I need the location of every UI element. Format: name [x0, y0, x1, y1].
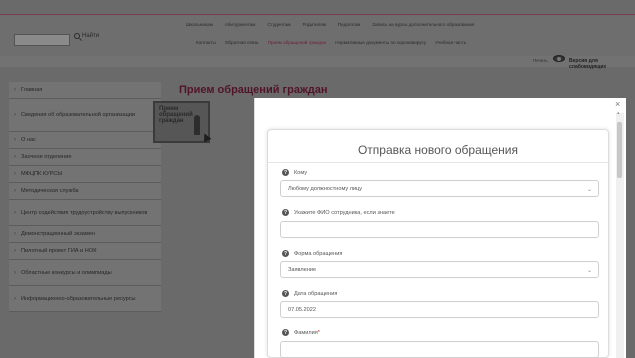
topnav-item[interactable]: Школьникам [186, 22, 213, 27]
question-icon[interactable]: ? [282, 209, 289, 216]
accessible-version-link[interactable]: Версия для слабовидящих [569, 58, 635, 70]
topnav-item[interactable]: Педагогам [338, 22, 360, 27]
topnav-item[interactable]: Запись на курсы дополнительного образова… [372, 22, 474, 27]
banner-text: Прием обращений граждан [159, 106, 193, 124]
scrollbar-thumb[interactable] [617, 122, 622, 178]
chevron-down-icon: ⌄ [586, 187, 592, 193]
field-label-form-type: ? Форма обращения [282, 250, 343, 257]
sidebar-item-about[interactable]: О нас [9, 132, 161, 149]
appeal-form [267, 129, 609, 358]
employee-name-field[interactable] [280, 221, 599, 238]
print-link[interactable]: Печать [533, 58, 548, 63]
form-title: Отправка нового обращения [357, 143, 519, 157]
sidebar-item-demo-exam[interactable]: Демонстрационный экзамен [9, 226, 161, 243]
subnav-item[interactable]: Учебная часть [435, 40, 466, 45]
sidebar: Главная Сведения об образовательной орга… [9, 82, 161, 312]
close-icon[interactable]: × [615, 99, 620, 109]
sidebar-item-resources[interactable]: Информационно-образовательные ресурсы [9, 286, 161, 312]
scroll-up-icon[interactable]: ▴ [617, 110, 620, 116]
subnav-item[interactable]: Обратная связь [225, 40, 259, 45]
subnav-item[interactable]: Нормативные документы по коронавирусу [335, 40, 426, 45]
search-input[interactable] [14, 34, 70, 46]
topnav-item[interactable]: Абитуриентам [225, 22, 256, 27]
eye-icon[interactable] [553, 55, 565, 62]
sidebar-item-contests[interactable]: Областные конкурсы и олимпиады [9, 260, 161, 286]
chevron-down-icon: ⌄ [586, 268, 592, 274]
surname-field[interactable] [280, 341, 599, 358]
question-icon[interactable]: ? [282, 329, 289, 336]
question-icon[interactable]: ? [282, 290, 289, 297]
question-icon[interactable]: ? [282, 250, 289, 257]
sidebar-item-courses[interactable]: МФЦПК КУРСЫ [9, 166, 161, 183]
search-button-label: Найти [82, 33, 100, 39]
required-mark: * [317, 329, 320, 336]
subnav-item-active[interactable]: Прием обращений граждан [268, 40, 327, 45]
field-label-employee: ? Укажите ФИО сотрудника, если знаете [282, 209, 395, 216]
form-type-select[interactable]: Заявление ⌄ [280, 261, 599, 278]
sidebar-item-correspondence[interactable]: Заочное отделение [9, 149, 161, 166]
sidebar-item-methodical[interactable]: Методическая служба [9, 183, 161, 200]
date-field[interactable]: 07.05.2022 [280, 301, 599, 318]
field-label-date: ? Дата обращения [282, 290, 338, 297]
sidebar-item-home[interactable]: Главная [9, 82, 161, 99]
sidebar-item-pilot[interactable]: Пилотный проект ГИА и НОК [9, 243, 161, 260]
form-divider [268, 162, 608, 163]
search-icon [74, 33, 80, 39]
sidebar-item-info[interactable]: Сведения об образовательной организации [9, 99, 161, 132]
sidebar-item-employment[interactable]: Центр содействия трудоустройству выпускн… [9, 200, 161, 226]
field-label-to: ? Кому [282, 169, 308, 176]
person-icon [194, 115, 200, 135]
field-label-surname: ? Фамилия* [282, 329, 320, 336]
recipient-select[interactable]: Любому должностному лицу ⌄ [280, 180, 599, 197]
topnav-item[interactable]: Родителям [303, 22, 326, 27]
top-navigation: Школьникам Абитуриентам Студентам Родите… [186, 22, 474, 27]
page-title: Прием обращений граждан [179, 84, 328, 96]
secondary-navigation: Контакты Обратная связь Прием обращений … [196, 40, 466, 45]
topnav-item[interactable]: Студентам [267, 22, 290, 27]
search-button[interactable]: Найти [74, 33, 99, 39]
subnav-item[interactable]: Контакты [196, 40, 216, 45]
question-icon[interactable]: ? [282, 169, 289, 176]
